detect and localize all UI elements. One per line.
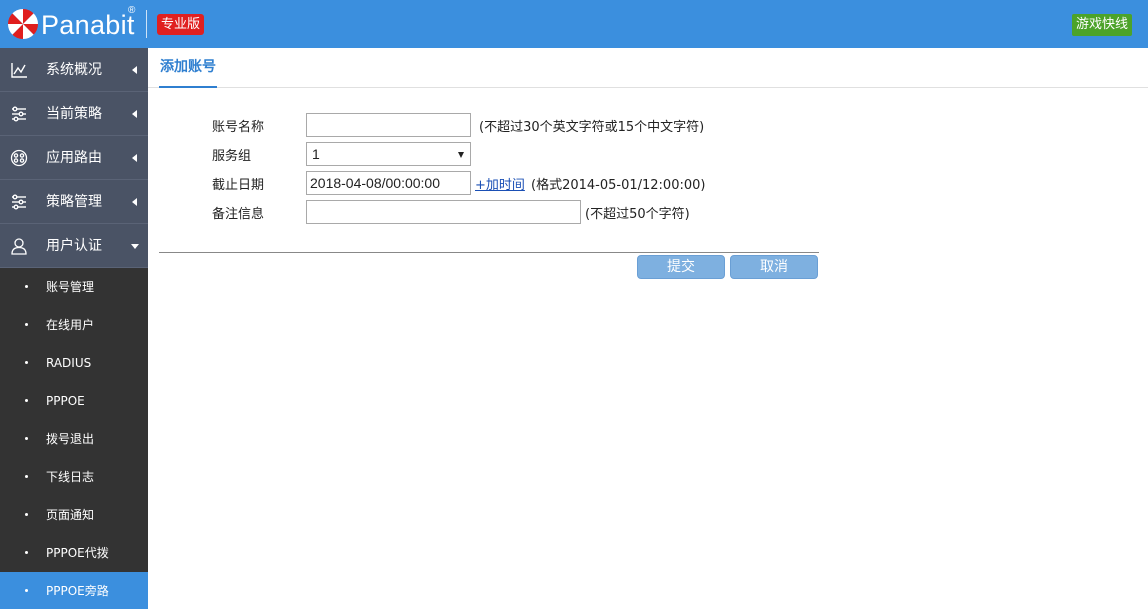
chart-line-icon xyxy=(11,63,27,78)
submenu-item-dial-exit[interactable]: 拨号退出 xyxy=(0,420,148,458)
umbrella-logo-icon xyxy=(8,9,38,39)
form-divider xyxy=(159,252,819,253)
submenu-item-label: 页面通知 xyxy=(46,508,95,522)
submenu-item-radius[interactable]: RADIUS xyxy=(0,344,148,382)
chevron-left-icon xyxy=(132,66,137,74)
service-group-label: 服务组 xyxy=(212,149,252,164)
service-group-value: 1 xyxy=(312,146,320,162)
submenu-item-label: RADIUS xyxy=(46,356,92,370)
sidebar: 系统概况 当前策略 应用路由 策略管理 用户认证 账号管理 在线用户 RADIU… xyxy=(0,48,148,609)
logo[interactable]: Panabit xyxy=(7,7,135,41)
bullet-icon xyxy=(25,475,28,478)
sidebar-item-label: 应用路由 xyxy=(46,150,102,166)
submenu-item-label: 下线日志 xyxy=(46,470,95,484)
brand-name: Panabit xyxy=(41,9,135,40)
dropdown-arrow-icon xyxy=(458,152,464,158)
top-bar: Panabit ® 专业版 游戏快线 xyxy=(0,0,1148,48)
sidebar-item-user-auth[interactable]: 用户认证 xyxy=(0,224,148,268)
main-content: 添加账号 账号名称 (不超过30个英文字符或15个中文字符) 服务组 1 截止日… xyxy=(148,48,1148,609)
submenu-item-label: PPPOE旁路 xyxy=(46,584,109,598)
submenu-item-offline-log[interactable]: 下线日志 xyxy=(0,458,148,496)
sliders-icon xyxy=(12,106,26,122)
chevron-left-icon xyxy=(132,110,137,118)
submenu-item-label: PPPOE代拨 xyxy=(46,546,109,560)
submenu-item-label: PPPOE xyxy=(46,394,85,408)
game-fastline-button[interactable]: 游戏快线 xyxy=(1071,14,1132,36)
submenu-item-label: 拨号退出 xyxy=(46,432,95,446)
registered-mark: ® xyxy=(128,5,136,16)
expiry-date-label: 截止日期 xyxy=(212,178,265,193)
account-name-input[interactable] xyxy=(306,113,471,137)
bullet-icon xyxy=(25,437,28,440)
sidebar-item-current-policy[interactable]: 当前策略 xyxy=(0,92,148,136)
expiry-date-input[interactable] xyxy=(306,171,471,195)
route-icon xyxy=(10,149,28,167)
account-name-label: 账号名称 xyxy=(212,120,265,135)
chevron-left-icon xyxy=(132,198,137,206)
submenu-item-pppoe-bypass[interactable]: PPPOE旁路 xyxy=(0,572,148,609)
bullet-icon xyxy=(25,399,28,402)
sidebar-main-menu: 系统概况 当前策略 应用路由 策略管理 用户认证 xyxy=(0,48,148,268)
sidebar-item-label: 当前策略 xyxy=(46,106,102,122)
submenu-item-label: 账号管理 xyxy=(46,280,95,294)
remark-input[interactable] xyxy=(306,200,581,224)
sidebar-item-label: 用户认证 xyxy=(46,238,102,254)
bullet-icon xyxy=(25,361,28,364)
tab-add-account[interactable]: 添加账号 xyxy=(159,48,217,88)
expiry-date-hint: (格式2014-05-01/12:00:00) xyxy=(531,178,706,193)
sliders-icon xyxy=(12,194,26,210)
submenu-item-pppoe-proxy-dial[interactable]: PPPOE代拨 xyxy=(0,534,148,572)
sidebar-item-system-overview[interactable]: 系统概况 xyxy=(0,48,148,92)
sidebar-item-policy-management[interactable]: 策略管理 xyxy=(0,180,148,224)
sidebar-item-app-routing[interactable]: 应用路由 xyxy=(0,136,148,180)
chevron-left-icon xyxy=(132,154,137,162)
cancel-button[interactable]: 取消 xyxy=(730,255,818,279)
service-group-select[interactable]: 1 xyxy=(306,142,471,166)
sidebar-item-label: 系统概况 xyxy=(46,62,102,78)
submenu-item-page-notice[interactable]: 页面通知 xyxy=(0,496,148,534)
submenu-item-label: 在线用户 xyxy=(46,318,95,332)
chevron-down-icon xyxy=(131,244,139,249)
edition-badge: 专业版 xyxy=(157,14,205,35)
submit-button[interactable]: 提交 xyxy=(637,255,725,279)
submenu-item-pppoe[interactable]: PPPOE xyxy=(0,382,148,420)
submenu-item-account-management[interactable]: 账号管理 xyxy=(0,268,148,306)
bullet-icon xyxy=(25,589,28,592)
remark-label: 备注信息 xyxy=(212,207,265,222)
bullet-icon xyxy=(25,551,28,554)
tab-bar: 添加账号 xyxy=(148,48,1148,88)
remark-hint: (不超过50个字符) xyxy=(585,207,690,222)
header-divider xyxy=(146,10,147,38)
account-name-hint: (不超过30个英文字符或15个中文字符) xyxy=(479,120,705,135)
user-icon xyxy=(11,238,27,255)
add-time-link[interactable]: +加时间 xyxy=(475,174,525,193)
submenu-item-online-users[interactable]: 在线用户 xyxy=(0,306,148,344)
sidebar-item-label: 策略管理 xyxy=(46,194,102,210)
bullet-icon xyxy=(25,285,28,288)
bullet-icon xyxy=(25,513,28,516)
sidebar-submenu: 账号管理 在线用户 RADIUS PPPOE 拨号退出 下线日志 页面通知 PP… xyxy=(0,268,148,609)
bullet-icon xyxy=(25,323,28,326)
